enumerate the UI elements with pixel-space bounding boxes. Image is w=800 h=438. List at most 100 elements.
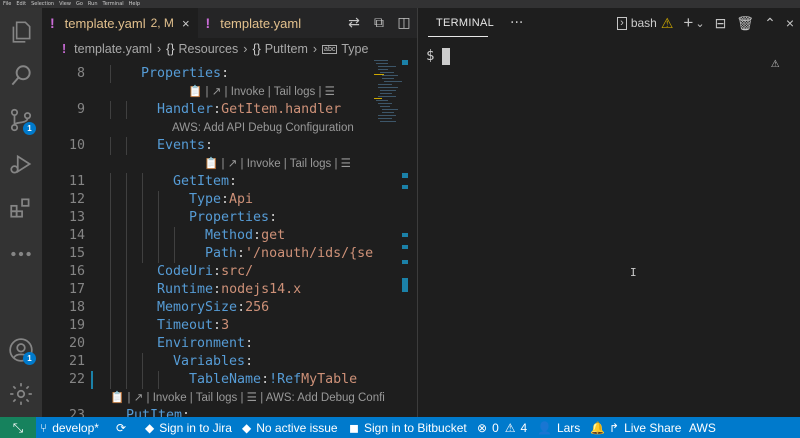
close-icon[interactable]: × bbox=[786, 15, 794, 31]
user-indicator[interactable]: 👤 Lars bbox=[537, 417, 580, 438]
chevron-down-icon: ⌄ bbox=[695, 17, 705, 30]
compare-changes-icon[interactable]: ⇄ bbox=[346, 15, 362, 31]
yaml-value: 3 bbox=[221, 318, 230, 333]
codelens[interactable]: 📋 | ↗ | Invoke | Tail logs | ☰ bbox=[188, 84, 335, 100]
notifications-button[interactable]: 🔔 bbox=[590, 417, 605, 438]
tab-template-yaml-active[interactable]: ! template.yaml 2, M × bbox=[42, 8, 198, 38]
warning-icon[interactable]: ⚠ bbox=[771, 55, 779, 71]
tab-terminal[interactable]: TERMINAL bbox=[436, 8, 494, 38]
shell-prompt: $ bbox=[426, 48, 435, 64]
branch-indicator[interactable]: ⑂ develop* bbox=[40, 417, 99, 438]
code-line[interactable]: 20 Environment: bbox=[42, 335, 418, 353]
chevron-right-icon: › bbox=[156, 42, 162, 56]
extensions-icon[interactable] bbox=[0, 188, 42, 228]
code-line[interactable]: 15 Path:'/noauth/ids/{se bbox=[42, 245, 418, 263]
codelens[interactable]: 📋 | ↗ | Invoke | Tail logs | ☰ | AWS: Ad… bbox=[110, 390, 385, 406]
aws-label: AWS bbox=[689, 420, 716, 435]
live-share-label: Live Share bbox=[624, 420, 682, 435]
code-line[interactable]: 12 Type:Api bbox=[42, 191, 418, 209]
indent-guide bbox=[110, 173, 111, 191]
code-line[interactable]: 14 Method:get bbox=[42, 227, 418, 245]
error-icon: ⊗ bbox=[477, 420, 488, 435]
aws-indicator[interactable]: AWS bbox=[689, 417, 716, 438]
sync-button[interactable]: ⟳ bbox=[116, 417, 126, 438]
indent-guide bbox=[110, 245, 111, 263]
jira-signin[interactable]: ◆ Sign in to Jira bbox=[145, 417, 232, 438]
bitbucket-signin[interactable]: ◼ Sign in to Bitbucket bbox=[349, 417, 467, 438]
open-preview-icon[interactable]: ⧉ bbox=[371, 15, 387, 31]
code-line[interactable]: 11 GetItem: bbox=[42, 173, 418, 191]
settings-gear-icon[interactable] bbox=[0, 374, 42, 414]
source-control-badge: 1 bbox=[23, 122, 36, 135]
breadcrumb-resources[interactable]: Resources bbox=[179, 42, 239, 56]
code-line[interactable]: 9 Handler:GetItem.handler bbox=[42, 101, 418, 119]
code-line[interactable]: 13 Properties: bbox=[42, 209, 418, 227]
menu-selection[interactable]: Selection bbox=[31, 0, 54, 8]
minimap[interactable] bbox=[374, 60, 418, 417]
breadcrumb-type[interactable]: Type bbox=[341, 42, 368, 56]
chevron-right-icon: › bbox=[243, 42, 248, 56]
code-line[interactable]: 19 Timeout:3 bbox=[42, 317, 418, 335]
menu-terminal[interactable]: Terminal bbox=[103, 0, 124, 8]
editor-group: ! template.yaml 2, M × ! template.yaml ⇄… bbox=[42, 8, 418, 417]
code-line[interactable]: 18 MemorySize:256 bbox=[42, 299, 418, 317]
close-icon[interactable]: × bbox=[182, 16, 190, 31]
remote-indicator[interactable]: ⤡ bbox=[0, 417, 36, 438]
yaml-file-icon: ! bbox=[205, 15, 211, 31]
run-debug-icon[interactable] bbox=[0, 144, 42, 184]
yaml-colon: : bbox=[269, 210, 278, 225]
accounts-icon[interactable]: 1 bbox=[0, 330, 42, 370]
indent-guide bbox=[142, 227, 143, 245]
chevron-up-icon[interactable]: ⌃ bbox=[764, 15, 776, 32]
codelens[interactable]: AWS: Add API Debug Configuration bbox=[172, 120, 354, 136]
code-text: Handler:GetItem.handler bbox=[157, 101, 341, 119]
menu-run[interactable]: Run bbox=[88, 0, 98, 8]
object-icon: {} bbox=[166, 42, 175, 56]
tab-template-yaml[interactable]: ! template.yaml bbox=[198, 8, 310, 38]
search-icon[interactable] bbox=[0, 56, 42, 96]
more-icon[interactable] bbox=[0, 234, 42, 274]
terminal-output[interactable]: $ ⚠ I bbox=[418, 48, 800, 417]
codelens[interactable]: 📋 | ↗ | Invoke | Tail logs | ☰ bbox=[204, 156, 351, 172]
indent-guide bbox=[126, 209, 127, 227]
indent-guide bbox=[126, 191, 127, 209]
indent-guide bbox=[110, 335, 111, 353]
more-actions-icon[interactable]: ··· bbox=[510, 15, 523, 31]
breadcrumb-putitem[interactable]: PutItem bbox=[265, 42, 308, 56]
yaml-key: Runtime bbox=[157, 282, 214, 297]
problems-indicator[interactable]: ⊗ 0 ⚠ 4 bbox=[477, 417, 527, 438]
tab-label: template.yaml bbox=[64, 15, 146, 31]
code-line[interactable]: 21 Variables: bbox=[42, 353, 418, 371]
code-line[interactable]: 8 Properties: bbox=[42, 65, 418, 83]
indent-guide bbox=[142, 245, 143, 263]
yaml-key: Timeout bbox=[157, 318, 214, 333]
source-control-icon[interactable]: 1 bbox=[0, 100, 42, 140]
menu-help[interactable]: Help bbox=[129, 0, 140, 8]
error-count: 0 bbox=[492, 420, 499, 435]
yaml-key: TableName bbox=[189, 372, 262, 387]
code-text: Variables: bbox=[173, 353, 253, 371]
indent-guide bbox=[158, 191, 159, 209]
code-line[interactable]: 23 PutItem: bbox=[42, 407, 418, 417]
menu-view[interactable]: View bbox=[59, 0, 71, 8]
code-line[interactable]: 10 Events: bbox=[42, 137, 418, 155]
live-share-button[interactable]: ↱ Live Share bbox=[609, 417, 681, 438]
menu-file[interactable]: File bbox=[3, 0, 11, 8]
yaml-value: nodejs14.x bbox=[221, 282, 302, 297]
menu-go[interactable]: Go bbox=[76, 0, 83, 8]
yaml-file-icon: ! bbox=[50, 15, 55, 31]
code-line[interactable]: 17 Runtime:nodejs14.x bbox=[42, 281, 418, 299]
terminal-selector[interactable]: › bash ⚠ bbox=[617, 15, 673, 32]
yaml-tag: !Ref bbox=[269, 372, 302, 387]
split-editor-icon[interactable]: ◫ bbox=[396, 15, 412, 31]
trash-icon[interactable]: 🗑 bbox=[736, 15, 754, 32]
code-editor[interactable]: 8 Properties: 📋 | ↗ | Invoke | Tail logs |… bbox=[42, 60, 418, 417]
code-line[interactable]: 16 CodeUri:src/ bbox=[42, 263, 418, 281]
split-terminal-icon[interactable]: ⊟ bbox=[715, 15, 727, 32]
menu-edit[interactable]: Edit bbox=[16, 0, 26, 8]
explorer-icon[interactable] bbox=[0, 12, 42, 52]
new-terminal-button[interactable]: + ⌄ bbox=[683, 13, 704, 33]
breadcrumb-file[interactable]: template.yaml bbox=[74, 42, 152, 56]
code-line[interactable]: 22 TableName:!RefMyTable bbox=[42, 371, 418, 389]
active-issue[interactable]: ◆ No active issue bbox=[242, 417, 338, 438]
